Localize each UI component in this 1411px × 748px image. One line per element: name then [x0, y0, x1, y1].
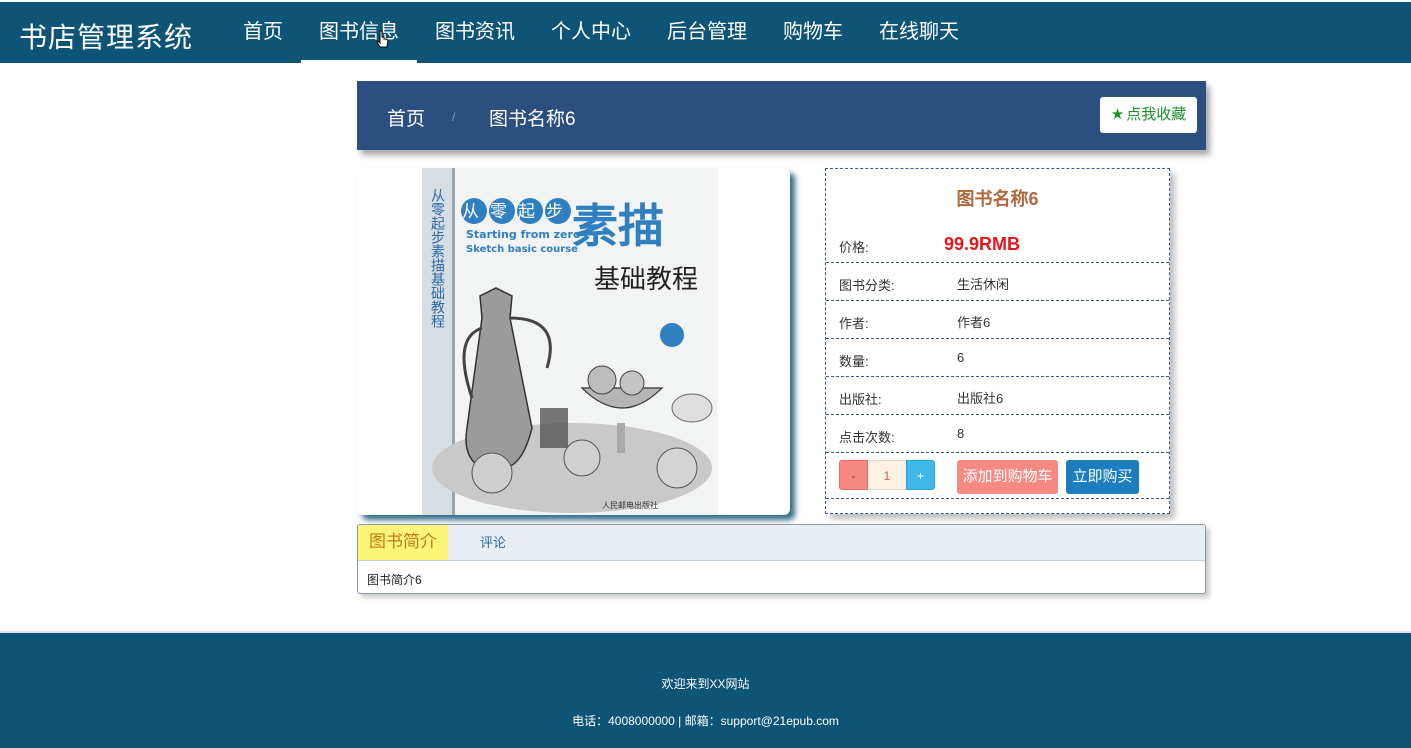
- category-value: 生活休闲: [957, 277, 1010, 292]
- book-title: 图书名称6: [956, 189, 1039, 209]
- breadcrumb-home-link[interactable]: 首页: [387, 104, 425, 131]
- nav-item-admin[interactable]: 后台管理: [649, 2, 765, 63]
- cover-series-text: 从零起步: [462, 202, 574, 222]
- quantity-input[interactable]: 1: [868, 460, 906, 490]
- nav-item-cart[interactable]: 购物车: [765, 2, 861, 63]
- book-cover-image[interactable]: 从零起步素描基础教程 从零起步 素描 Starting from zero Sk…: [422, 168, 718, 515]
- author-value: 作者6: [957, 315, 991, 330]
- nav-item-chat[interactable]: 在线聊天: [861, 2, 977, 63]
- nav-item-home[interactable]: 首页: [225, 2, 301, 63]
- top-navbar: 书店管理系统 首页 图书信息 图书资讯 个人中心 后台管理 购物车 在线聊天: [0, 2, 1411, 63]
- cover-spine-text: 从零起步素描基础教程: [429, 188, 445, 329]
- price-label: 价格:: [839, 240, 869, 255]
- add-to-cart-button[interactable]: 添加到购物车: [957, 460, 1058, 494]
- clicks-label: 点击次数:: [839, 430, 895, 445]
- author-label: 作者:: [839, 316, 869, 331]
- site-brand[interactable]: 书店管理系统: [19, 16, 193, 56]
- nav-item-personal-center[interactable]: 个人中心: [533, 2, 649, 63]
- book-intro-text: 图书简介6: [367, 573, 422, 587]
- star-icon: ★: [1110, 106, 1125, 123]
- cover-en-line2: Sketch basic course: [466, 244, 578, 255]
- tab-comments[interactable]: 评论: [480, 525, 506, 560]
- publisher-label: 出版社:: [839, 392, 882, 407]
- nav-item-book-info[interactable]: 图书信息: [301, 2, 417, 63]
- purchase-row: - 1 + 添加到购物车 立即购买: [826, 453, 1169, 499]
- book-cover-card: 从零起步素描基础教程 从零起步 素描 Starting from zero Sk…: [357, 168, 790, 515]
- clicks-value: 8: [957, 426, 965, 441]
- price-row: 价格: 99.9RMB: [826, 225, 1169, 263]
- publisher-row: 出版社: 出版社6: [826, 377, 1169, 415]
- quantity-stepper: - 1 +: [839, 460, 935, 490]
- favorite-button-label: 点我收藏: [1126, 106, 1187, 123]
- favorite-button[interactable]: ★ 点我收藏: [1100, 97, 1197, 133]
- author-row: 作者: 作者6: [826, 301, 1169, 339]
- footer-contact: 电话：4008000000 | 邮箱：support@21epub.com: [572, 714, 839, 728]
- quantity-increase-button[interactable]: +: [906, 460, 935, 490]
- tab-book-intro[interactable]: 图书简介: [358, 525, 448, 560]
- quantity-row: 数量: 6: [826, 339, 1169, 377]
- footer-welcome: 欢迎来到XX网站: [661, 677, 750, 691]
- book-info-panel: 图书名称6 价格: 99.9RMB 图书分类: 生活休闲 作者: 作者6 数量:…: [825, 168, 1170, 514]
- cover-subtitle: 基础教程: [594, 265, 698, 295]
- breadcrumb-separator: /: [452, 110, 456, 124]
- tab-header: 图书简介 评论: [358, 525, 1205, 561]
- detail-tabs: 图书简介 评论 图书简介6: [357, 524, 1206, 594]
- clicks-row: 点击次数: 8: [826, 415, 1169, 453]
- cover-publisher: 人民邮电出版社: [602, 500, 658, 510]
- nav-item-book-news[interactable]: 图书资讯: [417, 2, 533, 63]
- cover-en-line1: Starting from zero: [466, 228, 581, 241]
- quantity-value: 6: [957, 350, 965, 365]
- cover-main-title: 素描: [572, 199, 664, 253]
- quantity-decrease-button[interactable]: -: [839, 460, 868, 490]
- breadcrumb-current: 图书名称6: [489, 109, 576, 130]
- main-nav: 首页 图书信息 图书资讯 个人中心 后台管理 购物车 在线聊天: [225, 2, 977, 63]
- buy-now-button[interactable]: 立即购买: [1066, 460, 1139, 494]
- mouse-cursor-icon: [376, 30, 389, 48]
- publisher-value: 出版社6: [957, 391, 1004, 406]
- category-row: 图书分类: 生活休闲: [826, 263, 1169, 301]
- quantity-label: 数量:: [839, 354, 869, 369]
- footer: 欢迎来到XX网站 电话：4008000000 | 邮箱：support@21ep…: [0, 631, 1411, 748]
- category-label: 图书分类:: [839, 278, 895, 293]
- price-value: 99.9RMB: [944, 234, 1021, 254]
- breadcrumb: 首页 / 图书名称6 ★ 点我收藏: [357, 81, 1206, 150]
